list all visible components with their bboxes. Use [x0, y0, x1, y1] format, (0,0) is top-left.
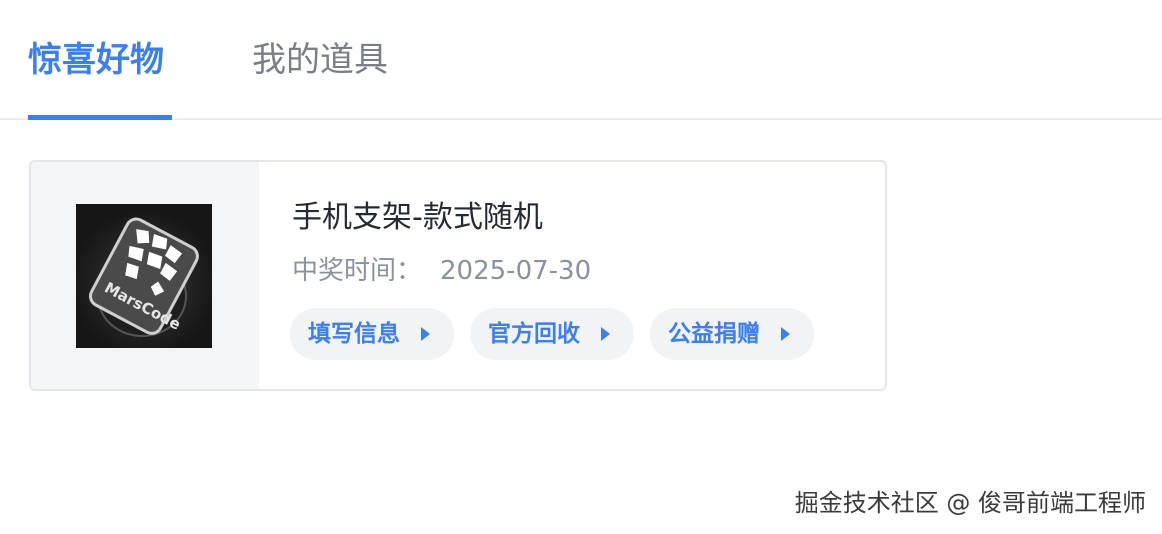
active-tab-indicator: [28, 115, 172, 120]
watermark: 掘金技术社区 @ 俊哥前端工程师: [794, 489, 1146, 517]
fill-info-button[interactable]: 填写信息: [290, 308, 454, 360]
prize-card: MarsCode 手机支架-款式随机 中奖时间： 2025-07-30 填写信息 …: [29, 160, 887, 391]
caret-right-icon: [781, 327, 790, 341]
tab-bar: 惊喜好物 我的道具: [0, 0, 1162, 120]
thumbnail-area: MarsCode: [31, 162, 259, 389]
tab-label: 惊喜好物: [28, 40, 164, 80]
caret-right-icon: [421, 327, 430, 341]
prize-time-label: 中奖时间：: [292, 256, 423, 286]
official-recycle-button[interactable]: 官方回收: [470, 308, 634, 360]
prize-time: 中奖时间： 2025-07-30: [292, 253, 591, 289]
tab-my-items[interactable]: 我的道具: [252, 38, 388, 120]
caret-right-icon: [601, 327, 610, 341]
prize-time-value: 2025-07-30: [440, 256, 592, 286]
marscode-phone-holder-icon: MarsCode: [88, 217, 199, 337]
page: 惊喜好物 我的道具 MarsCode 手机支架-款式随机 中奖时间： 2025-…: [0, 0, 1162, 534]
charity-donate-label: 公益捐赠: [668, 321, 760, 347]
prize-title: 手机支架-款式随机: [292, 200, 543, 235]
tab-label: 我的道具: [252, 40, 388, 80]
tab-surprise-goods[interactable]: 惊喜好物: [28, 38, 164, 120]
prize-image: MarsCode: [76, 204, 212, 348]
official-recycle-label: 官方回收: [488, 321, 580, 347]
charity-donate-button[interactable]: 公益捐赠: [650, 308, 814, 360]
fill-info-label: 填写信息: [308, 321, 400, 347]
